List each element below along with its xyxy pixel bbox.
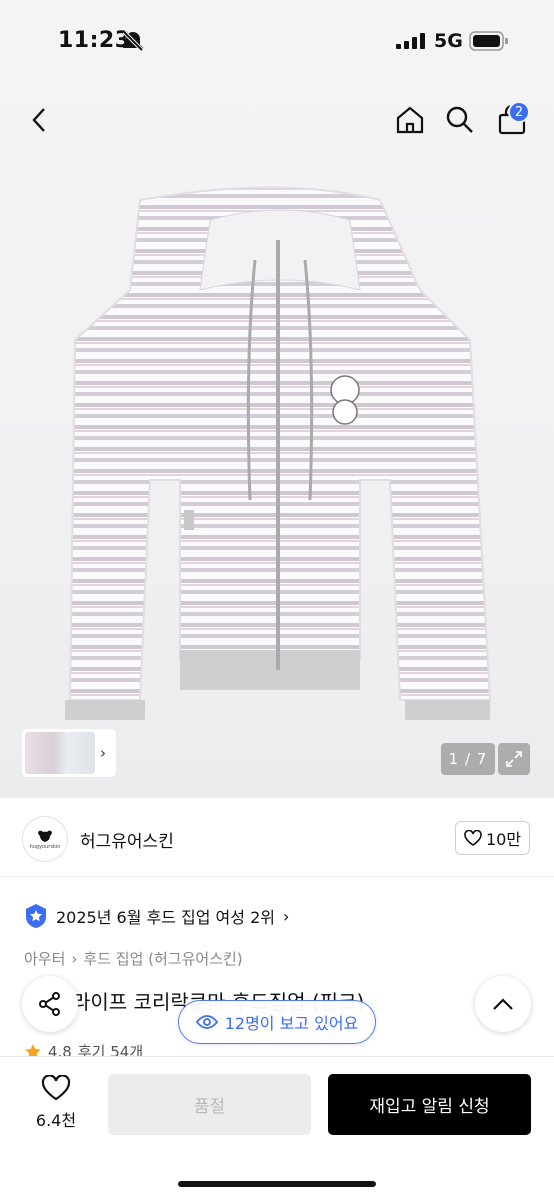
chevron-right-icon: › [100, 744, 106, 762]
network-type: 5G [434, 30, 463, 52]
brand-like-button[interactable]: 10만 [455, 821, 530, 855]
ranking-text: 2025년 6월 후드 집업 여성 2위 [56, 908, 275, 927]
breadcrumb-separator-icon: › [71, 949, 78, 968]
thumbnail-strip[interactable]: › [22, 729, 116, 777]
breadcrumb-item-hood-zipup[interactable]: 후드 집업 (허그유어스킨) [83, 948, 242, 969]
bottom-action-bar: 6.4천 품절 재입고 알림 신청 [0, 1056, 554, 1200]
search-button[interactable] [440, 100, 480, 140]
image-counter: 1 / 7 [441, 743, 495, 775]
status-bar: 11:23 5G [0, 0, 554, 84]
viewers-text: 12명이 보고 있어요 [224, 1014, 359, 1033]
restock-alert-button[interactable]: 재입고 알림 신청 [328, 1074, 531, 1135]
battery-icon [469, 31, 508, 51]
soldout-button[interactable]: 품절 [108, 1074, 311, 1135]
bear-logo-icon [38, 830, 52, 842]
cart-count-badge: 2 [508, 101, 530, 123]
breadcrumb-item-outer[interactable]: 아우터 [24, 948, 65, 969]
brand-logo-text: hugyourskin [29, 843, 61, 850]
scroll-top-button[interactable] [475, 976, 531, 1032]
signal-icon [396, 33, 425, 49]
share-button[interactable] [22, 976, 78, 1032]
rank-badge-icon [26, 904, 46, 928]
brand-name[interactable]: 허그유어스킨 [80, 827, 174, 852]
thumbnail-image [25, 732, 95, 774]
mute-bell-icon [122, 30, 144, 52]
share-icon [39, 992, 60, 1016]
heart-icon [41, 1075, 71, 1101]
heart-icon [464, 830, 482, 846]
home-button[interactable] [390, 100, 430, 140]
ranking-link[interactable]: 2025년 6월 후드 집업 여성 2위 › [24, 903, 289, 929]
home-indicator [178, 1181, 376, 1187]
status-time: 11:23 [58, 28, 131, 53]
viewers-pill: 12명이 보고 있어요 [178, 1000, 376, 1044]
chevron-right-icon: › [283, 906, 290, 926]
home-icon [396, 106, 424, 134]
wishlist-button[interactable]: 6.4천 [28, 1075, 84, 1139]
brand-like-count: 10만 [485, 830, 522, 849]
back-button[interactable] [20, 100, 60, 140]
hoodie-image [65, 186, 492, 720]
brand-row[interactable]: hugyourskin 허그유어스킨 10만 [0, 799, 554, 877]
wishlist-count: 6.4천 [35, 1111, 77, 1130]
brand-logo[interactable]: hugyourskin [22, 816, 68, 862]
breadcrumb: 아우터 › 후드 집업 (허그유어스킨) [24, 948, 243, 969]
product-screen: › 1 / 7 11:23 5G 2 hugyourskin 허그유어스킨 10… [0, 0, 554, 1200]
search-icon [446, 106, 473, 133]
chevron-left-icon [32, 108, 45, 132]
eye-icon [195, 1015, 218, 1029]
chevron-up-icon [493, 998, 513, 1010]
expand-icon[interactable] [498, 743, 530, 775]
